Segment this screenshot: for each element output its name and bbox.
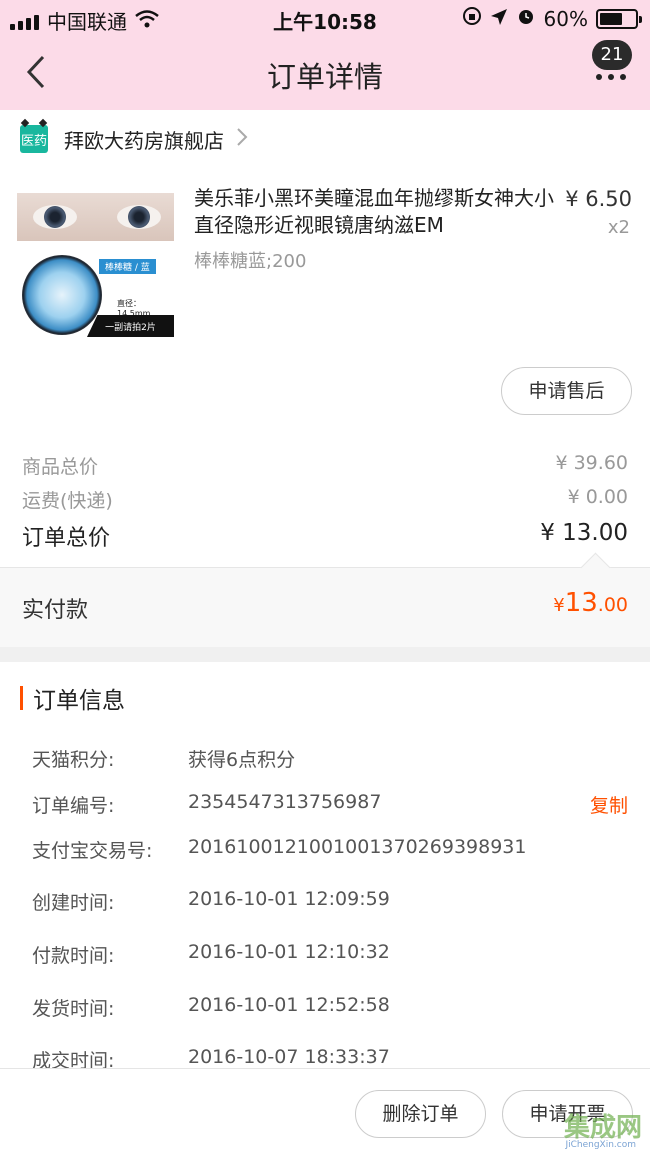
info-value: 2016-10-01 12:52:58 — [188, 994, 390, 1016]
order-info-title: 订单信息 — [33, 688, 125, 714]
paid-amount-row: 实付款 ¥13.00 — [0, 567, 650, 647]
product-item[interactable]: 棒棒糖 / 蓝 直径：14.5mm 一副请拍2片 美乐菲小黑环美瞳混血年抛缪斯女… — [0, 175, 650, 355]
delete-order-button[interactable]: 删除订单 — [355, 1090, 486, 1138]
goods-total-label: 商品总价 — [22, 456, 99, 478]
order-total-value: ¥ 13.00 — [540, 520, 628, 546]
after-sales-button[interactable]: 申请售后 — [501, 367, 632, 415]
product-title[interactable]: 美乐菲小黑环美瞳混血年抛缪斯女神大小直径隐形近视眼镜唐纳滋EM — [194, 185, 554, 239]
watermark-logo: 集成网 JiChengXin.com — [563, 1113, 642, 1150]
shipping-label: 运费(快递) — [22, 490, 113, 512]
order-info-heading: 订单信息 — [20, 684, 125, 714]
product-image[interactable]: 棒棒糖 / 蓝 直径：14.5mm 一副请拍2片 — [17, 193, 174, 343]
image-color-tag: 棒棒糖 / 蓝 — [99, 259, 156, 274]
lock-rotation-icon — [462, 6, 482, 31]
header: 中国联通 上午10:58 60% 订单详情 21 — [0, 0, 650, 110]
info-value: 2016-10-07 18:33:37 — [188, 1046, 390, 1068]
goods-total-value: ¥ 39.60 — [555, 452, 628, 474]
eyes-photo — [17, 193, 174, 241]
info-value: 获得6点积分 — [188, 749, 296, 771]
info-value: 2016-10-01 12:10:32 — [188, 941, 390, 963]
bottom-action-bar: 删除订单 申请开票 集成网 JiChengXin.com — [0, 1068, 650, 1156]
goods-total-row: 商品总价 ¥ 39.60 — [22, 452, 628, 479]
shop-name: 拜欧大药房旗舰店 — [64, 128, 224, 153]
copy-button[interactable]: 复制 — [590, 791, 628, 818]
heading-accent-bar — [20, 686, 23, 710]
more-button[interactable]: 21 — [588, 40, 632, 94]
page-title: 订单详情 — [266, 60, 383, 94]
shipping-row: 运费(快递) ¥ 0.00 — [22, 486, 628, 513]
location-arrow-icon — [490, 7, 508, 31]
chevron-right-icon — [236, 127, 248, 151]
product-spec: 棒棒糖蓝;200 — [194, 251, 307, 272]
contact-lens-image — [22, 255, 102, 335]
info-key: 订单编号: — [32, 795, 115, 817]
shipping-value: ¥ 0.00 — [567, 486, 628, 508]
info-value[interactable]: 2354547313756987 — [188, 791, 381, 813]
info-key: 支付宝交易号: — [32, 840, 153, 862]
paid-label: 实付款 — [22, 598, 89, 623]
product-price: ¥ 6.50 — [565, 187, 632, 211]
paid-value: ¥13.00 — [553, 588, 628, 618]
status-bar: 中国联通 上午10:58 60% — [0, 0, 650, 36]
message-count-badge: 21 — [592, 40, 632, 70]
info-key: 付款时间: — [32, 945, 115, 967]
info-key: 发货时间: — [32, 998, 115, 1020]
battery-percent: 60% — [543, 6, 588, 31]
info-value: 2016100121001001370269398931 — [188, 836, 527, 858]
watermark-url: JiChengXin.com — [565, 1140, 636, 1150]
info-key: 创建时间: — [32, 892, 115, 914]
info-key: 天猫积分: — [32, 749, 115, 771]
more-dots-icon — [596, 74, 626, 80]
order-total-label: 订单总价 — [22, 526, 111, 551]
info-value: 2016-10-01 12:09:59 — [188, 888, 390, 910]
battery-icon — [596, 8, 642, 29]
image-banner: 一副请拍2片 — [87, 315, 174, 337]
product-quantity: x2 — [607, 217, 630, 238]
nav-bar: 订单详情 21 — [0, 36, 650, 110]
section-divider — [0, 647, 650, 662]
alarm-icon — [516, 6, 536, 31]
tmall-pharmacy-icon: 医药 — [20, 125, 48, 153]
order-total-row: 订单总价 ¥ 13.00 — [22, 520, 628, 552]
shop-row[interactable]: 医药 拜欧大药房旗舰店 — [0, 110, 650, 168]
